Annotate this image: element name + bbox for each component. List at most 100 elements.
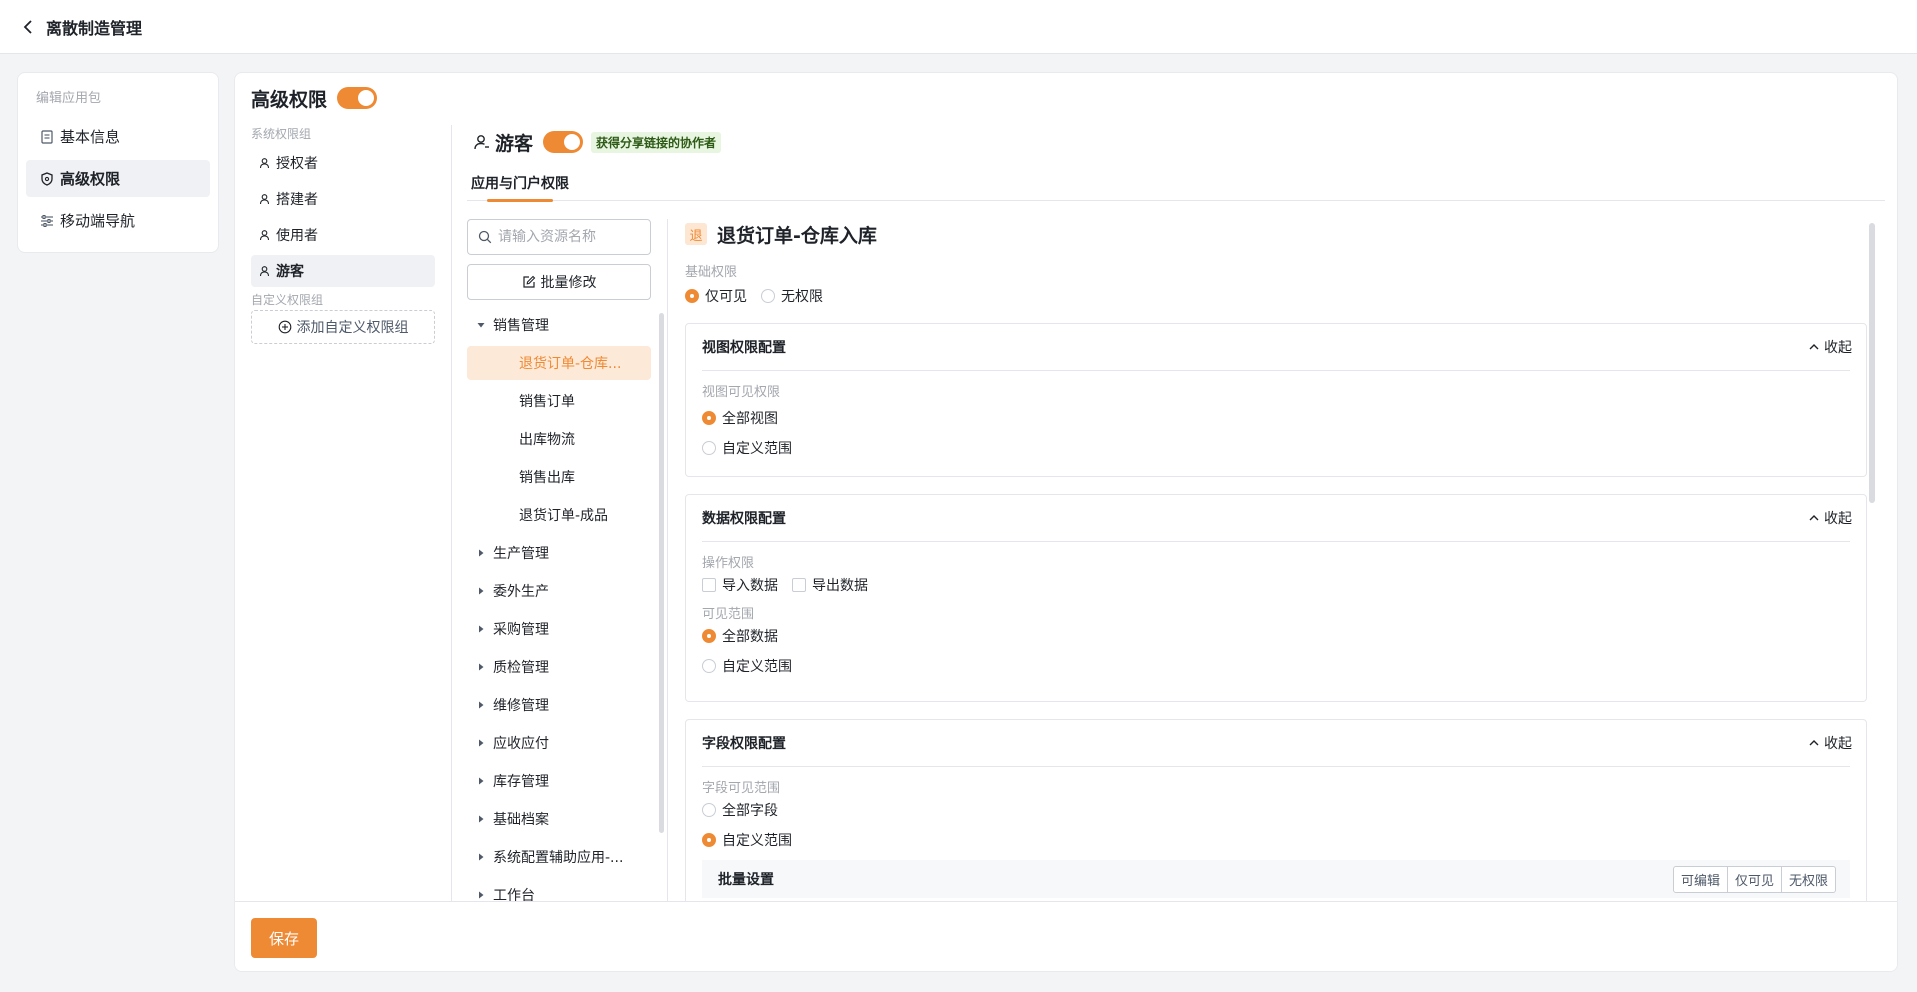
role-label: 搭建者 [276,192,318,208]
document-icon [41,129,53,144]
advanced-permission-toggle[interactable] [337,87,378,109]
role-header: 游客 获得分享链接的协作者 [473,127,722,157]
tree-group-master-data[interactable]: 基础档案 [467,802,651,836]
tree-group-sales[interactable]: 销售管理 [467,308,651,342]
nav-item-label: 基本信息 [60,128,121,146]
user-icon [259,230,270,241]
scope-option-all: 全部数据 [702,624,1850,648]
user-icon [259,266,270,277]
collapse-button[interactable]: 收起 [1808,508,1852,528]
caret-right-icon[interactable] [469,776,493,786]
tab-active-indicator [487,199,553,202]
tree-group-outsourcing[interactable]: 委外生产 [467,574,651,608]
tree-node-label: 系统配置辅助应用-... [493,850,624,866]
tab-app-portal-permission[interactable]: 应用与门户权限 [471,169,569,202]
checkbox-label: 导出数据 [812,578,868,594]
section-body: 视图可见权限 全部视图 自定义范围 [686,371,1866,460]
tree-group-system-config[interactable]: 系统配置辅助应用-... [467,840,651,874]
tree-node-label: 维修管理 [493,698,549,714]
radio-label: 自定义范围 [722,833,792,849]
nav-item-mobile-navigation[interactable]: 移动端导航 [26,202,210,239]
role-label: 授权者 [276,156,318,172]
radio-custom-fields[interactable] [702,833,716,847]
shield-icon [41,171,53,186]
view-option-custom: 自定义范围 [702,436,1850,460]
checkbox-export-data[interactable] [792,578,806,592]
tree-item-sales-order[interactable]: 销售订单 [467,384,651,418]
tree-scrollbar[interactable] [659,313,664,833]
save-button[interactable]: 保存 [251,918,317,958]
nav-item-basic-info[interactable]: 基本信息 [26,118,210,155]
tab-label: 应用与门户权限 [471,176,569,192]
app-title: 离散制造管理 [46,18,143,38]
batch-visible-only-button[interactable]: 仅可见 [1727,865,1782,893]
collapse-button[interactable]: 收起 [1808,337,1852,357]
caret-right-icon[interactable] [469,586,493,596]
collapse-label: 收起 [1824,340,1852,356]
tree-item-outbound-logistics[interactable]: 出库物流 [467,422,651,456]
tree-group-maintenance[interactable]: 维修管理 [467,688,651,722]
detail-scrollbar[interactable] [1869,223,1875,503]
batch-no-permission-button[interactable]: 无权限 [1781,865,1836,893]
batch-editable-button[interactable]: 可编辑 [1672,865,1728,893]
tree-node-label: 委外生产 [493,584,549,600]
role-item-guest[interactable]: 游客 [251,255,435,287]
caret-down-icon[interactable] [469,320,493,330]
batch-setting-segmented: 可编辑 仅可见 无权限 [1672,865,1836,893]
tree-node-label: 退货订单-仓库... [519,356,622,372]
resource-search [467,219,651,255]
caret-right-icon[interactable] [469,890,493,900]
advanced-permission-panel: 高级权限 系统权限组 授权者 搭建者 使用者 游客 自定义权限组 添加自定义权限… [234,72,1898,972]
add-custom-role-button[interactable]: 添加自定义权限组 [251,310,435,344]
radio-all-data[interactable] [702,629,716,643]
scope-option-custom: 自定义范围 [702,654,1850,678]
section-header: 数据权限配置 收起 [686,495,1866,541]
caret-right-icon[interactable] [469,738,493,748]
role-item-user[interactable]: 使用者 [251,219,435,251]
collapse-button[interactable]: 收起 [1808,733,1852,753]
role-label: 游客 [276,264,304,280]
nav-item-advanced-permission[interactable]: 高级权限 [26,160,210,197]
caret-right-icon[interactable] [469,700,493,710]
chevron-up-icon [1809,515,1819,521]
tree-group-workbench[interactable]: 工作台 [467,878,651,901]
guest-role-toggle[interactable] [543,131,584,153]
edit-icon [522,275,535,288]
divider [451,125,452,901]
tree-group-quality[interactable]: 质检管理 [467,650,651,684]
radio-no-permission[interactable] [761,289,775,303]
divider [667,219,668,901]
tree-group-production[interactable]: 生产管理 [467,536,651,570]
resource-search-input[interactable] [498,229,638,245]
view-visible-label: 视图可见权限 [702,385,781,400]
checkbox-import-data[interactable] [702,578,716,592]
radio-custom-data[interactable] [702,659,716,673]
batch-modify-button[interactable]: 批量修改 [467,264,651,300]
panel-title: 高级权限 [251,88,328,111]
tree-item-return-order-warehouse[interactable]: 退货订单-仓库... [467,346,651,380]
tree-node-label: 采购管理 [493,622,549,638]
operation-permission-label: 操作权限 [702,556,755,571]
chevron-left-icon[interactable] [20,19,36,35]
caret-right-icon[interactable] [469,548,493,558]
tree-item-return-order-finished[interactable]: 退货订单-成品 [467,498,651,532]
role-item-builder[interactable]: 搭建者 [251,183,435,215]
caret-right-icon[interactable] [469,624,493,634]
caret-right-icon[interactable] [469,814,493,824]
caret-right-icon[interactable] [469,662,493,672]
chevron-up-icon [1809,740,1819,746]
caret-right-icon[interactable] [469,852,493,862]
tree-item-sales-outbound[interactable]: 销售出库 [467,460,651,494]
role-item-authorizer[interactable]: 授权者 [251,147,435,179]
tree-group-inventory[interactable]: 库存管理 [467,764,651,798]
field-permission-section: 字段权限配置 收起 字段可见范围 全部字段 自定义范围 批量设置 可编辑 仅可见… [685,719,1867,901]
tree-group-purchasing[interactable]: 采购管理 [467,612,651,646]
radio-visible-only[interactable] [685,289,699,303]
view-option-all: 全部视图 [702,406,1850,430]
tree-group-receivable-payable[interactable]: 应收应付 [467,726,651,760]
radio-all-views[interactable] [702,411,716,425]
radio-custom-views[interactable] [702,441,716,455]
batch-setting-row: 批量设置 可编辑 仅可见 无权限 [702,860,1850,898]
sliders-icon [41,214,53,227]
radio-all-fields[interactable] [702,803,716,817]
